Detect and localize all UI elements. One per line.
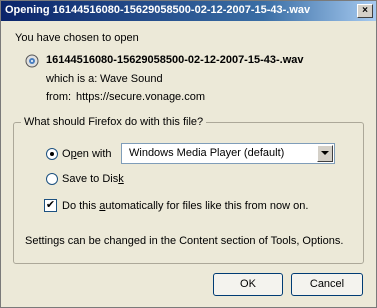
open-with-radio[interactable]: [46, 148, 58, 160]
close-button[interactable]: ×: [357, 4, 373, 18]
auto-checkbox[interactable]: ✔: [44, 199, 57, 212]
intro-text: You have chosen to open: [15, 32, 139, 44]
file-name: 16144516080-15629058500-02-12-2007-15-43…: [46, 54, 304, 66]
title-bar[interactable]: Opening 16144516080-15629058500-02-12-20…: [1, 1, 376, 21]
window-title: Opening 16144516080-15629058500-02-12-20…: [5, 4, 311, 16]
chevron-down-icon[interactable]: [317, 145, 333, 162]
settings-note: Settings can be changed in the Content s…: [25, 235, 344, 247]
ok-button[interactable]: OK: [213, 273, 283, 296]
save-to-disk-radio[interactable]: [46, 173, 58, 185]
cancel-button[interactable]: Cancel: [291, 273, 363, 296]
download-dialog: Opening 16144516080-15629058500-02-12-20…: [0, 0, 377, 308]
open-with-radio-dot: [50, 152, 54, 156]
auto-checkbox-label[interactable]: Do this automatically for files like thi…: [62, 200, 308, 212]
file-type-value: Wave Sound: [100, 73, 163, 85]
file-source-label: from:: [46, 91, 72, 103]
save-to-disk-label[interactable]: Save to Disk: [62, 173, 124, 185]
application-select[interactable]: Windows Media Player (default): [121, 143, 335, 164]
application-select-value: Windows Media Player (default): [129, 147, 285, 159]
file-type-label: which is a:: [46, 73, 98, 85]
open-with-label[interactable]: Open with: [62, 148, 112, 160]
file-source-value: https://secure.vonage.com: [76, 91, 206, 103]
wave-sound-file-icon: [25, 54, 39, 68]
action-group-legend: What should Firefox do with this file?: [21, 116, 207, 128]
